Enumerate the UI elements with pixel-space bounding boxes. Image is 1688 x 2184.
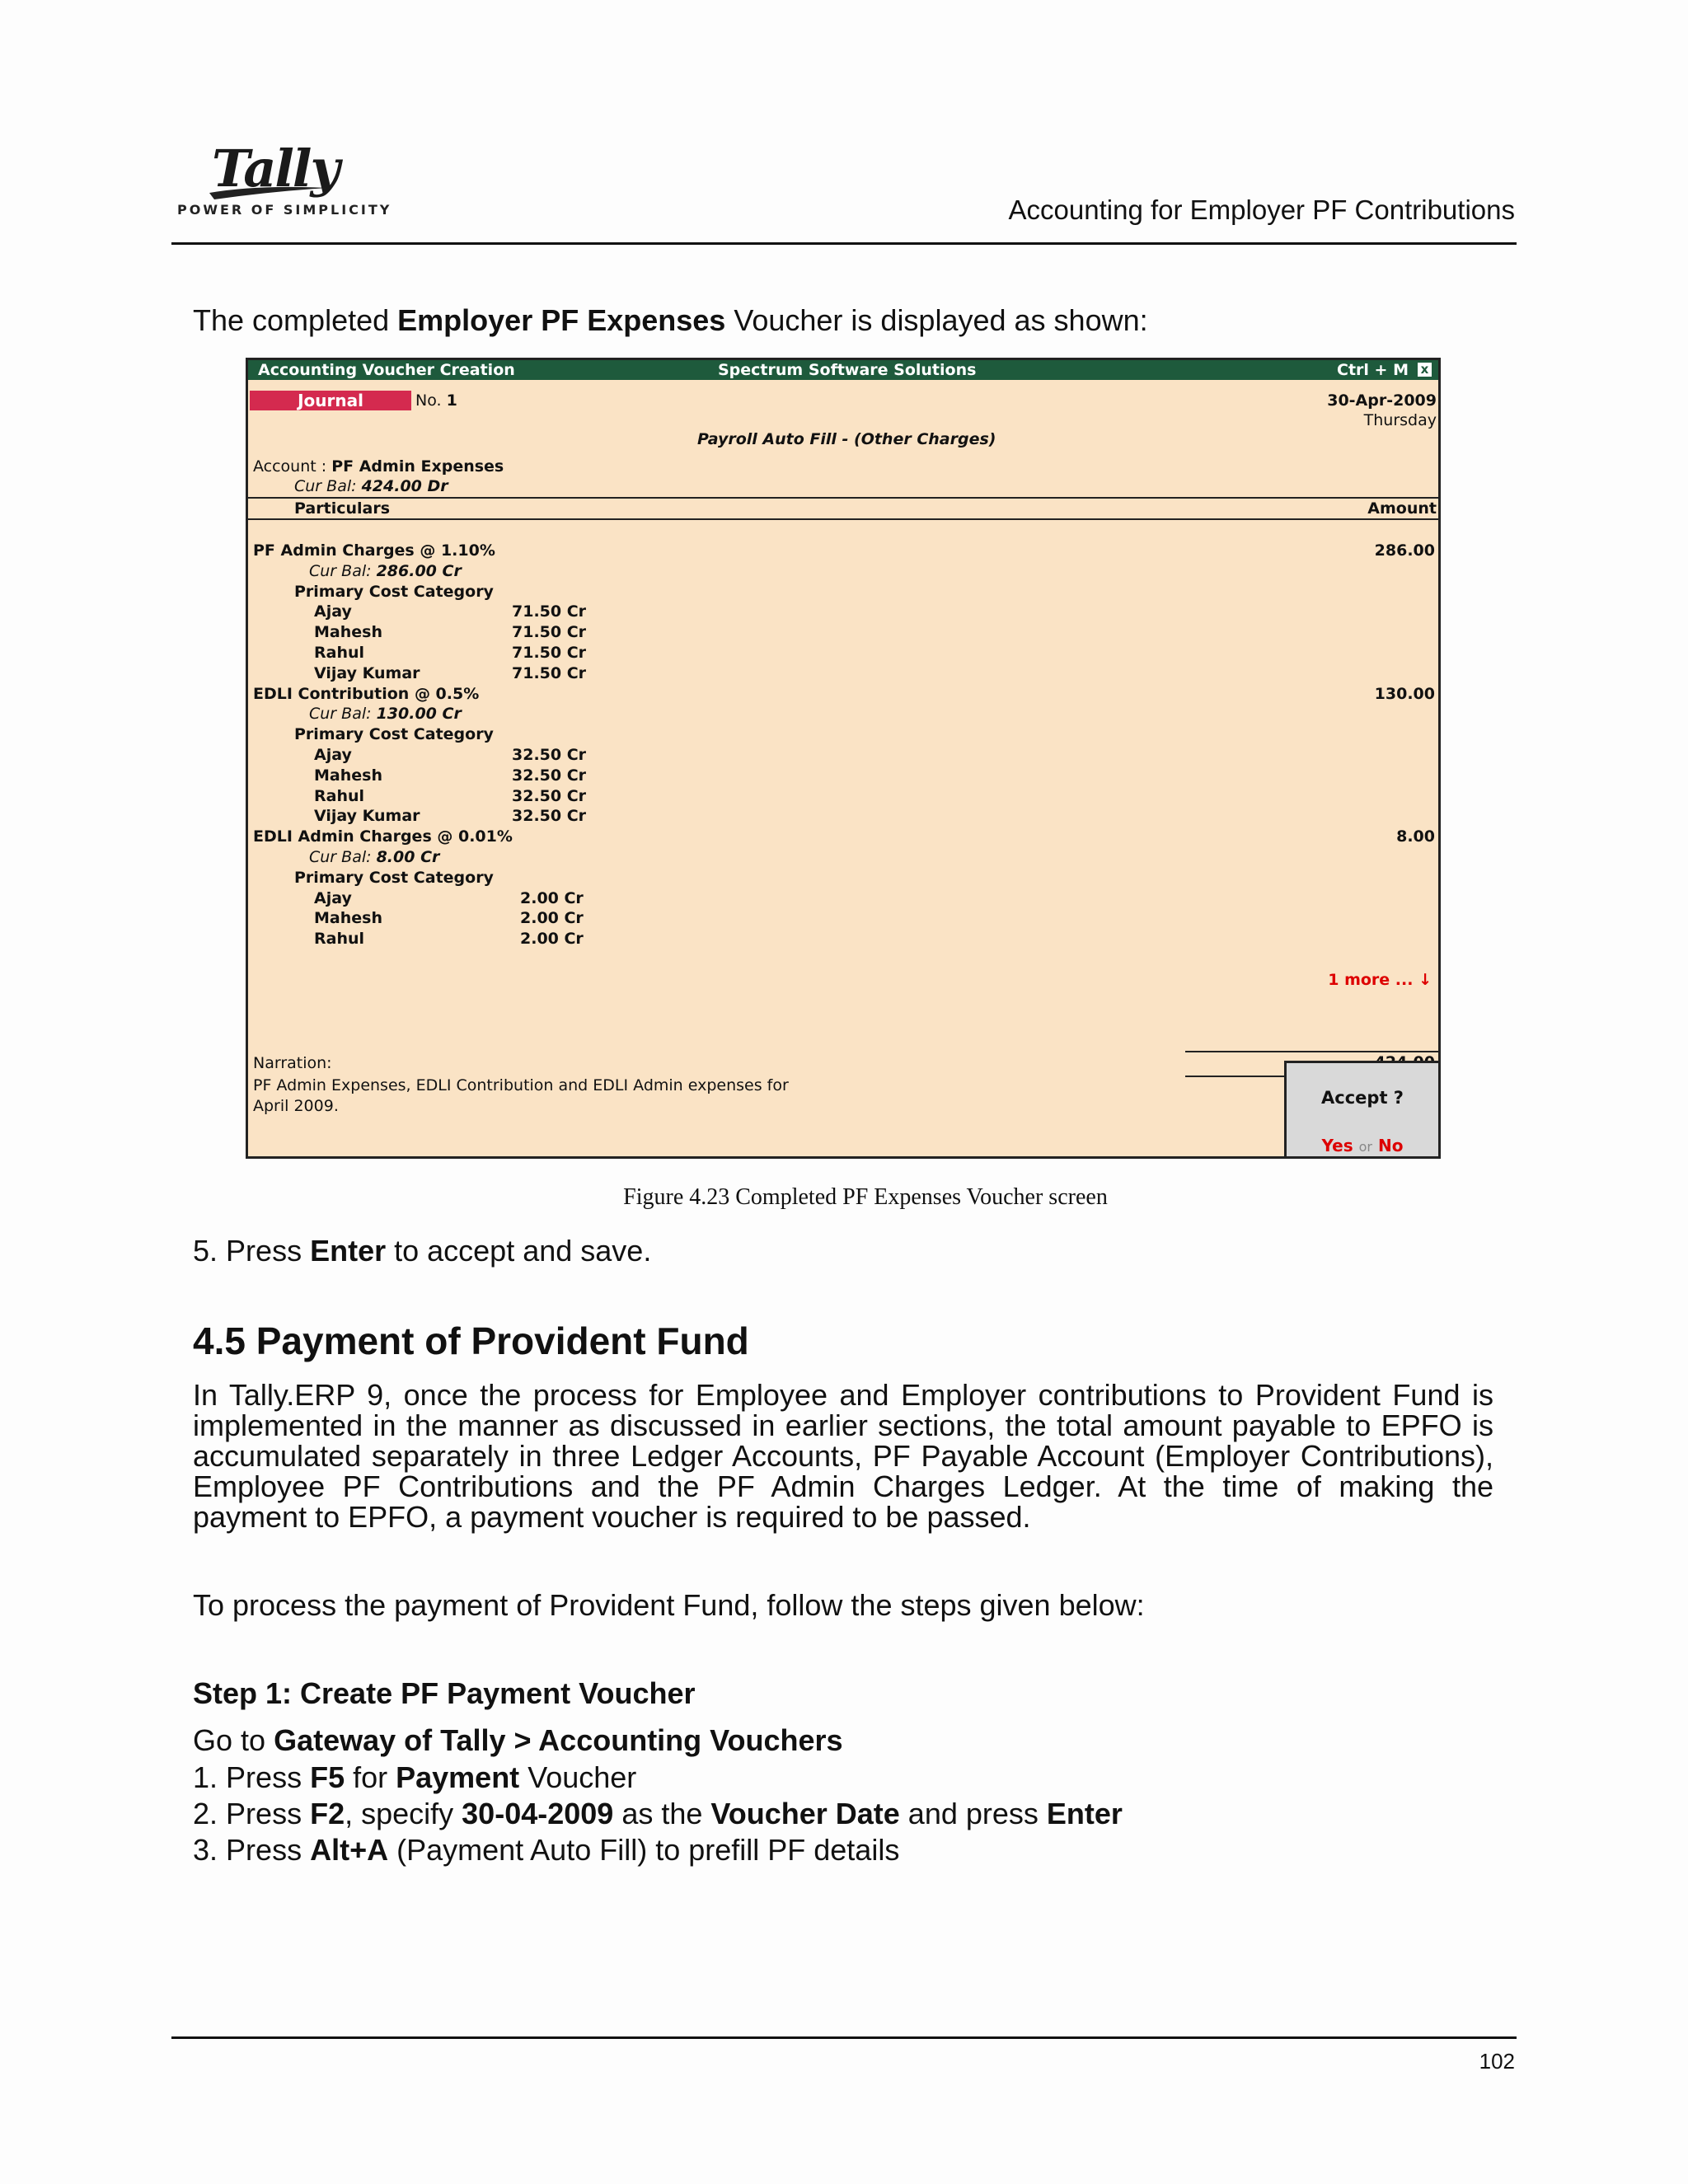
intro-sentence: The completed Employer PF Expenses Vouch… <box>193 303 1148 337</box>
process-intro: To process the payment of Provident Fund… <box>193 1588 1145 1622</box>
ledger-current-balance: Cur Bal: 8.00 Cr <box>309 848 440 866</box>
cost-centre-name: Mahesh <box>314 623 382 642</box>
body-line: payment to EPFO, a payment voucher is re… <box>193 1500 1031 1534</box>
cost-centre-name: Vijay Kumar <box>314 663 420 682</box>
accept-dialog: Accept ? Yes or No <box>1284 1061 1438 1156</box>
account-current-balance: Cur Bal: 424.00 Dr <box>294 477 448 495</box>
cost-category-label: Primary Cost Category <box>294 868 494 887</box>
page-number: 102 <box>1479 2049 1515 2074</box>
total-rule-top <box>1185 1051 1438 1052</box>
cost-centre-amount: 32.50 Cr <box>512 786 587 805</box>
cost-centre-name: Rahul <box>314 644 365 662</box>
voucher-screenshot: Accounting Voucher Creation Spectrum Sof… <box>246 358 1441 1159</box>
logo-swoosh-icon <box>209 186 328 199</box>
voucher-day: Thursday <box>1363 411 1437 429</box>
cost-centre-amount: 71.50 Cr <box>512 623 587 642</box>
col-header-particulars: Particulars <box>294 499 391 518</box>
cost-centre-amount: 2.00 Cr <box>520 930 584 949</box>
narration-line-1[interactable]: PF Admin Expenses, EDLI Contribution and… <box>253 1076 789 1094</box>
col-header-amount: Amount <box>1367 499 1437 518</box>
step-5: 5. Press Enter to accept and save. <box>193 1234 652 1268</box>
ledger-name[interactable]: PF Admin Charges @ 1.10% <box>253 541 495 560</box>
table-header-rule <box>248 518 1438 520</box>
cost-centre-amount: 32.50 Cr <box>512 746 587 764</box>
narration-line-2[interactable]: April 2009. <box>253 1097 339 1115</box>
cost-centre-name: Ajay <box>314 602 352 621</box>
voucher-number: No. 1 <box>415 391 457 410</box>
cost-centre-amount: 2.00 Cr <box>520 888 584 907</box>
tally-logo: Tally POWER OF SIMPLICITY <box>175 140 389 223</box>
ledger-current-balance: Cur Bal: 130.00 Cr <box>309 705 462 724</box>
step-1-heading: Step 1: Create PF Payment Voucher <box>193 1676 696 1710</box>
step-item: 1. Press F5 for Payment Voucher <box>193 1760 637 1794</box>
step-item: 2. Press F2, specify 30-04-2009 as the V… <box>193 1797 1123 1830</box>
cost-centre-name: Ajay <box>314 888 352 907</box>
goto-instruction: Go to Gateway of Tally > Accounting Vouc… <box>193 1723 843 1757</box>
cost-centre-name: Rahul <box>314 930 365 949</box>
header-divider <box>171 242 1517 245</box>
running-header-title: Accounting for Employer PF Contributions <box>1008 194 1515 225</box>
accept-prompt: Accept ? <box>1321 1088 1404 1108</box>
table-top-rule <box>248 497 1438 499</box>
ledger-amount: 8.00 <box>1396 827 1435 846</box>
account-field[interactable]: PF Admin Expenses <box>331 457 504 476</box>
cost-centre-amount: 71.50 Cr <box>512 602 587 621</box>
body-paragraph: In Tally.ERP 9, once the process for Emp… <box>193 1380 1493 1532</box>
cost-centre-amount: 32.50 Cr <box>512 807 587 826</box>
footer-divider <box>171 2036 1517 2039</box>
body-line: Employee PF Contributions and the PF Adm… <box>193 1469 1493 1503</box>
body-line: accumulated separately in three Ledger A… <box>193 1439 1493 1473</box>
body-line: In Tally.ERP 9, once the process for Emp… <box>193 1378 1493 1412</box>
cost-centre-amount: 32.50 Cr <box>512 766 587 785</box>
ledger-name[interactable]: EDLI Admin Charges @ 0.01% <box>253 827 513 846</box>
narration-label: Narration: <box>253 1054 332 1072</box>
company-name: Spectrum Software Solutions <box>718 361 977 379</box>
cost-centre-name: Mahesh <box>314 909 382 928</box>
account-row: Account : PF Admin Expenses <box>253 457 504 476</box>
cost-centre-amount: 71.50 Cr <box>512 644 587 662</box>
step-item: 3. Press Alt+A (Payment Auto Fill) to pr… <box>193 1833 900 1867</box>
cost-centre-amount: 2.00 Cr <box>520 909 584 928</box>
screen-title: Accounting Voucher Creation <box>258 361 515 379</box>
ledger-current-balance: Cur Bal: 286.00 Cr <box>309 561 462 580</box>
cost-centre-name: Vijay Kumar <box>314 807 420 826</box>
or-separator: or <box>1358 1139 1372 1155</box>
cost-category-label: Primary Cost Category <box>294 725 494 744</box>
logo-tagline: POWER OF SIMPLICITY <box>177 202 392 218</box>
close-icon[interactable]: x <box>1418 363 1432 377</box>
accept-options: Yes or No <box>1287 1136 1438 1155</box>
ledger-name[interactable]: EDLI Contribution @ 0.5% <box>253 685 479 703</box>
ledger-amount: 130.00 <box>1374 684 1435 703</box>
title-bar: Accounting Voucher Creation Spectrum Sof… <box>248 360 1438 380</box>
voucher-subtitle: Payroll Auto Fill - (Other Charges) <box>697 430 996 448</box>
cost-centre-name: Rahul <box>314 786 365 805</box>
voucher-type-badge: Journal <box>250 391 411 410</box>
voucher-date[interactable]: 30-Apr-2009 <box>1327 391 1437 410</box>
shortcut-label: Ctrl + M <box>1337 361 1409 379</box>
cost-category-label: Primary Cost Category <box>294 582 494 601</box>
yes-button[interactable]: Yes <box>1322 1136 1353 1155</box>
figure-caption: Figure 4.23 Completed PF Expenses Vouche… <box>623 1184 1108 1210</box>
cost-centre-name: Ajay <box>314 746 352 764</box>
cost-centre-amount: 71.50 Cr <box>512 663 587 682</box>
ledger-amount: 286.00 <box>1374 541 1435 560</box>
body-line: implemented in the manner as discussed i… <box>193 1408 1493 1442</box>
no-button[interactable]: No <box>1378 1136 1403 1155</box>
cost-centre-name: Mahesh <box>314 766 382 785</box>
section-heading: 4.5 Payment of Provident Fund <box>193 1319 749 1362</box>
more-entries-indicator[interactable]: 1 more ... ↓ <box>1328 971 1432 989</box>
